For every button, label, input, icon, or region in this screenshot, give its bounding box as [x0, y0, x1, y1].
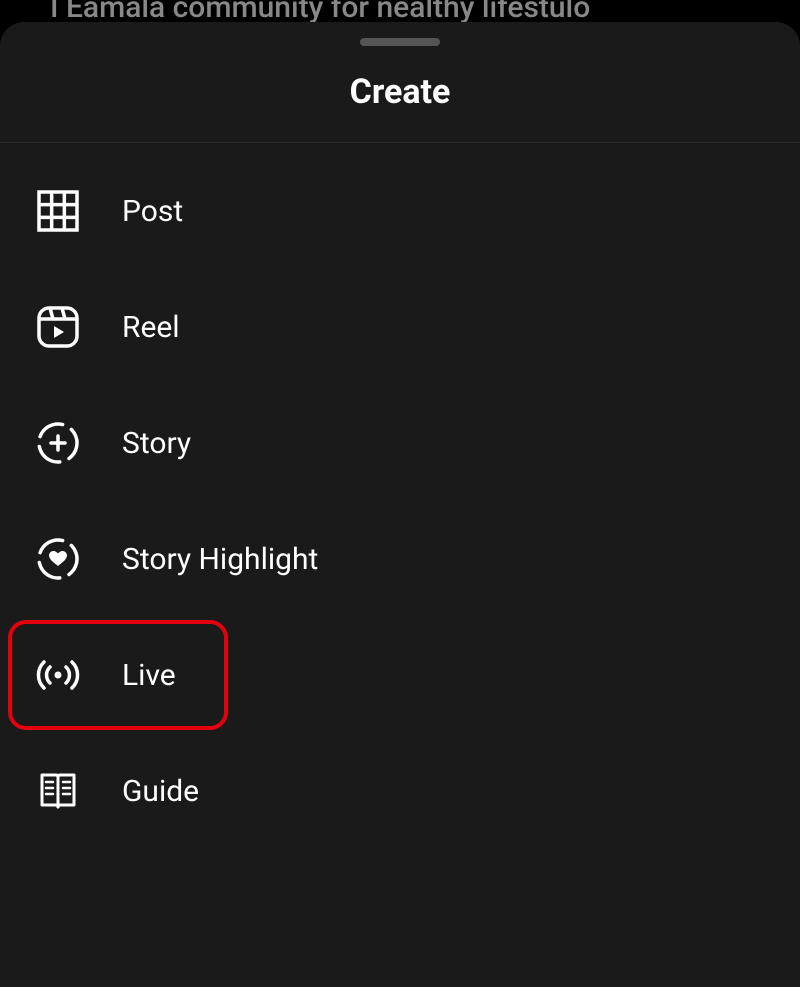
- drag-handle[interactable]: [360, 38, 440, 46]
- grid-icon: [34, 187, 82, 235]
- story-heart-icon: [34, 535, 82, 583]
- create-menu: Post Reel Stor: [0, 143, 800, 849]
- live-icon: [34, 651, 82, 699]
- menu-label: Guide: [122, 774, 199, 809]
- create-story-highlight-item[interactable]: Story Highlight: [0, 501, 800, 617]
- menu-label: Post: [122, 194, 183, 229]
- guide-icon: [34, 767, 82, 815]
- create-bottom-sheet: Create Post: [0, 22, 800, 987]
- menu-label: Story Highlight: [122, 542, 318, 577]
- sheet-title: Create: [0, 72, 800, 142]
- menu-label: Reel: [122, 310, 180, 345]
- create-guide-item[interactable]: Guide: [0, 733, 800, 849]
- create-reel-item[interactable]: Reel: [0, 269, 800, 385]
- create-story-item[interactable]: Story: [0, 385, 800, 501]
- story-plus-icon: [34, 419, 82, 467]
- create-live-item[interactable]: Live: [0, 617, 800, 733]
- menu-label: Live: [122, 658, 176, 693]
- create-post-item[interactable]: Post: [0, 153, 800, 269]
- reel-icon: [34, 303, 82, 351]
- menu-label: Story: [122, 426, 191, 461]
